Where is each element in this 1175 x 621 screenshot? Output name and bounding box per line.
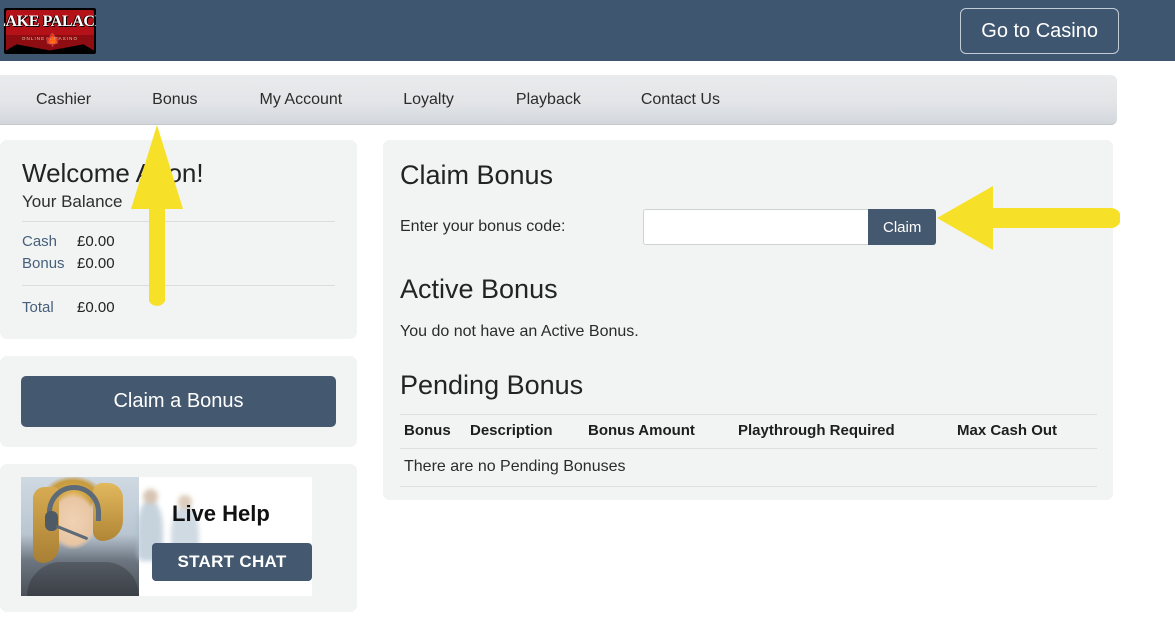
column-header-max-cash-out: Max Cash Out bbox=[957, 414, 1097, 449]
nav-item-my-account[interactable]: My Account bbox=[260, 91, 343, 109]
main-content-panel: Claim Bonus Enter your bonus code: Claim… bbox=[383, 140, 1113, 500]
balance-row-cash-label: Cash bbox=[22, 233, 58, 250]
start-chat-button[interactable]: START CHAT bbox=[152, 543, 312, 581]
bonus-code-row: Enter your bonus code: Claim bbox=[400, 209, 1092, 245]
balance-row-bonus: Bonus £0.00 bbox=[22, 253, 335, 275]
bonus-code-label: Enter your bonus code: bbox=[400, 218, 566, 235]
nav-item-cashier[interactable]: Cashier bbox=[36, 91, 91, 109]
active-bonus-title: Active Bonus bbox=[400, 274, 558, 304]
balance-rows: Cash £0.00 Bonus £0.00 bbox=[22, 222, 335, 286]
logo-wordmark: LAKE PALACE bbox=[4, 12, 96, 30]
nav-item-playback[interactable]: Playback bbox=[516, 91, 581, 109]
column-header-bonus-amount: Bonus Amount bbox=[588, 414, 738, 449]
nav-item-loyalty[interactable]: Loyalty bbox=[403, 91, 454, 109]
balance-total-value: £0.00 bbox=[77, 299, 115, 316]
pending-bonus-empty-message: There are no Pending Bonuses bbox=[400, 448, 1097, 487]
column-header-bonus: Bonus bbox=[400, 414, 470, 449]
column-header-description: Description bbox=[470, 414, 588, 449]
balance-panel: Welcome Adon! Your Balance Cash £0.00 Bo… bbox=[0, 140, 357, 339]
bonus-code-input[interactable] bbox=[643, 209, 868, 245]
live-help-panel: Live Help START CHAT bbox=[0, 464, 357, 612]
background-figure-a-head bbox=[143, 489, 158, 504]
column-header-playthrough-required: Playthrough Required bbox=[738, 414, 957, 449]
pending-bonus-table: Bonus Description Bonus Amount Playthrou… bbox=[400, 414, 1097, 487]
live-help-title: Live Help bbox=[172, 501, 270, 526]
balance-heading: Your Balance bbox=[22, 192, 335, 222]
agent-body bbox=[27, 562, 139, 596]
maple-leaf-icon: 🍁 bbox=[45, 32, 60, 47]
logo-subtext-left: ONLINE bbox=[21, 35, 46, 41]
table-row: There are no Pending Bonuses bbox=[400, 448, 1097, 487]
welcome-title: Welcome Adon! bbox=[22, 158, 204, 188]
nav-item-contact-us[interactable]: Contact Us bbox=[641, 91, 720, 109]
headset-microphone bbox=[55, 524, 89, 541]
balance-row-cash-value: £0.00 bbox=[77, 233, 115, 250]
live-help-card[interactable]: Live Help START CHAT bbox=[21, 477, 312, 596]
claim-a-bonus-button[interactable]: Claim a Bonus bbox=[21, 376, 336, 427]
site-header: LAKE PALACE ONLINE CASINO 🍁 Go to Casino bbox=[0, 0, 1175, 61]
claim-bonus-title: Claim Bonus bbox=[400, 160, 554, 190]
site-logo[interactable]: LAKE PALACE ONLINE CASINO 🍁 bbox=[4, 7, 96, 54]
claim-button[interactable]: Claim bbox=[868, 209, 937, 245]
balance-row-cash: Cash £0.00 bbox=[22, 231, 335, 253]
nav-item-bonus[interactable]: Bonus bbox=[152, 91, 197, 109]
go-to-casino-button[interactable]: Go to Casino bbox=[960, 7, 1119, 54]
balance-total-label: Total bbox=[22, 299, 54, 316]
balance-row-bonus-label: Bonus bbox=[22, 255, 65, 272]
main-navigation: Cashier Bonus My Account Loyalty Playbac… bbox=[0, 75, 1117, 125]
balance-row-total: Total £0.00 bbox=[22, 286, 335, 319]
sidebar: Welcome Adon! Your Balance Cash £0.00 Bo… bbox=[0, 140, 357, 612]
claim-bonus-panel: Claim a Bonus bbox=[0, 356, 357, 447]
balance-row-bonus-value: £0.00 bbox=[77, 255, 115, 272]
pending-bonus-title: Pending Bonus bbox=[400, 370, 584, 400]
active-bonus-empty-message: You do not have an Active Bonus. bbox=[400, 323, 639, 340]
table-header-row: Bonus Description Bonus Amount Playthrou… bbox=[400, 414, 1097, 449]
support-agent-photo bbox=[21, 477, 139, 596]
